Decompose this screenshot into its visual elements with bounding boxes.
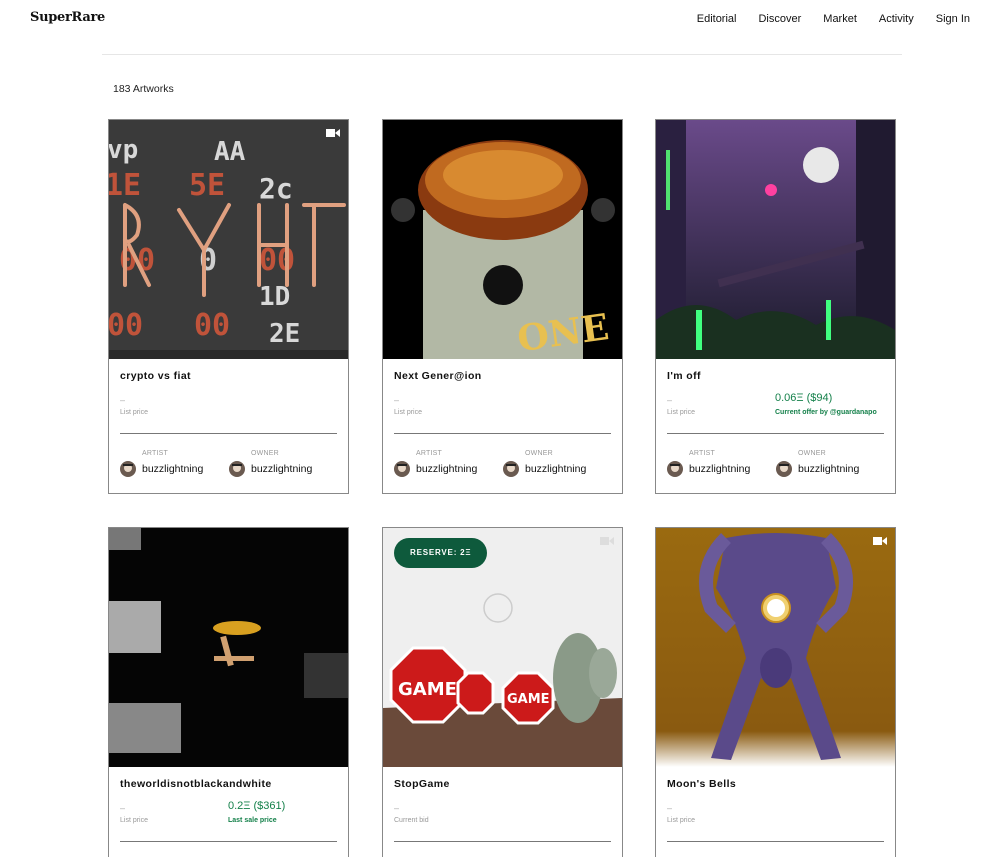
owner-username[interactable]: buzzlightning (251, 463, 312, 475)
owner-username[interactable]: buzzlightning (525, 463, 586, 475)
owner-label: OWNER (251, 450, 279, 457)
artwork-im-off-image (656, 120, 895, 359)
nav-discover[interactable]: Discover (758, 13, 801, 25)
artist-label: ARTIST (416, 450, 442, 457)
artwork-card-stopgame[interactable]: GAME GAME RESERVE: 2Ξ StopGame – Current… (382, 527, 623, 857)
artwork-title[interactable]: theworldisnotblackandwhite (120, 778, 272, 790)
card-divider (394, 433, 611, 434)
current-bid-label: Current bid (394, 817, 429, 824)
nav-activity[interactable]: Activity (879, 13, 914, 25)
artwork-title[interactable]: Moon's Bells (667, 778, 736, 790)
last-sale-label: Last sale price (228, 817, 277, 824)
artwork-title[interactable]: StopGame (394, 778, 450, 790)
owner-username[interactable]: buzzlightning (798, 463, 859, 475)
list-price-value: – (394, 395, 400, 405)
top-bar: SuperRare Editorial Discover Market Acti… (0, 0, 1000, 40)
svg-text:1E: 1E (109, 168, 141, 203)
list-price-label: List price (667, 817, 696, 824)
avatar (503, 461, 519, 477)
artwork-title[interactable]: crypto vs fiat (120, 370, 191, 382)
list-price-value: – (667, 803, 673, 813)
card-divider (667, 841, 884, 842)
last-sale-value: 0.2Ξ ($361) (228, 800, 286, 812)
card-divider (120, 841, 337, 842)
artwork-image[interactable] (656, 120, 895, 359)
avatar (229, 461, 245, 477)
artist-username[interactable]: buzzlightning (689, 463, 750, 475)
current-offer-label[interactable]: Current offer by @guardanapo (775, 409, 877, 416)
card-divider (394, 841, 611, 842)
list-price-label: List price (120, 409, 149, 416)
main-nav: Editorial Discover Market Activity Sign … (675, 13, 970, 25)
svg-text:00: 00 (259, 243, 295, 278)
artwork-card-moons-bells[interactable]: Moon's Bells – List price (655, 527, 896, 857)
avatar (394, 461, 410, 477)
video-icon (600, 537, 614, 545)
artist-label: ARTIST (142, 450, 168, 457)
owner-label: OWNER (525, 450, 553, 457)
card-divider (120, 433, 337, 434)
artwork-card-im-off[interactable]: I'm off – List price 0.06Ξ ($94) Current… (655, 119, 896, 494)
superrare-logo[interactable]: SuperRare (30, 10, 105, 25)
list-price-label: List price (667, 409, 696, 416)
svg-text:2E: 2E (269, 319, 300, 349)
artwork-crypto-vs-fiat-image: vp AA 1E 5E 2c 00 0 00 1D 00 00 2E (109, 120, 348, 359)
artwork-count: 183 Artworks (113, 83, 174, 95)
svg-text:1D: 1D (259, 282, 290, 312)
svg-text:vp: vp (109, 135, 138, 165)
nav-market[interactable]: Market (823, 13, 857, 25)
artwork-title[interactable]: Next Gener@ion (394, 370, 482, 382)
svg-text:5E: 5E (189, 168, 225, 203)
svg-text:2c: 2c (259, 172, 293, 205)
artwork-image[interactable]: ONE (383, 120, 622, 359)
video-icon (326, 129, 340, 137)
list-price-value: – (120, 803, 126, 813)
artwork-image[interactable] (109, 528, 348, 767)
list-price-value: – (120, 395, 126, 405)
game-sign-text: GAME (507, 692, 550, 707)
owner-label: OWNER (798, 450, 826, 457)
list-price-label: List price (120, 817, 149, 824)
artwork-card-crypto-vs-fiat[interactable]: vp AA 1E 5E 2c 00 0 00 1D 00 00 2E (108, 119, 349, 494)
list-price-label: List price (394, 409, 423, 416)
artwork-image[interactable] (656, 528, 895, 767)
nav-editorial[interactable]: Editorial (697, 13, 737, 25)
avatar (776, 461, 792, 477)
header-divider (102, 54, 902, 55)
reserve-badge: RESERVE: 2Ξ (394, 538, 488, 568)
avatar (120, 461, 136, 477)
video-icon (873, 537, 887, 545)
artwork-title[interactable]: I'm off (667, 370, 701, 382)
avatar (667, 461, 683, 477)
artist-username[interactable]: buzzlightning (416, 463, 477, 475)
svg-text:00: 00 (109, 308, 143, 343)
artwork-moons-bells-image (656, 528, 895, 767)
artwork-card-theworldisnotblackandwhite[interactable]: theworldisnotblackandwhite – List price … (108, 527, 349, 857)
current-offer-value: 0.06Ξ ($94) (775, 392, 833, 404)
svg-text:00: 00 (194, 308, 230, 343)
game-sign-text: GAME (398, 679, 457, 700)
svg-text:AA: AA (214, 137, 246, 167)
artwork-image[interactable]: vp AA 1E 5E 2c 00 0 00 1D 00 00 2E (109, 120, 348, 359)
list-price-value: – (667, 395, 673, 405)
artwork-theworldisnotblackandwhite-image (109, 528, 348, 767)
nav-sign-in[interactable]: Sign In (936, 13, 970, 25)
artwork-card-next-generation[interactable]: ONE Next Gener@ion – List price ARTIST b… (382, 119, 623, 494)
current-bid-value: – (394, 803, 400, 813)
card-divider (667, 433, 884, 434)
artist-username[interactable]: buzzlightning (142, 463, 203, 475)
artwork-next-generation-image: ONE (383, 120, 622, 359)
artist-label: ARTIST (689, 450, 715, 457)
